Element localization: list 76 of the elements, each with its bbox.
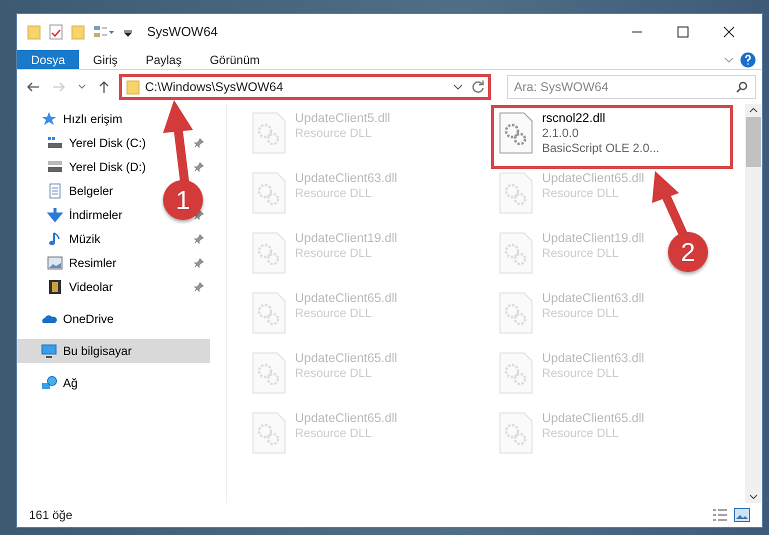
gears-file-icon [498,111,534,155]
folder-icon [126,79,140,95]
pin-icon [194,282,204,292]
dropdown-icon[interactable] [453,84,463,90]
file-name: UpdateClient65.dll [542,171,644,186]
ribbon-tab[interactable]: Görünüm [196,50,274,69]
ribbon-tab[interactable]: Dosya [17,50,80,69]
sidebar-item[interactable]: Müzik [17,227,210,251]
gears-file-icon [498,411,534,455]
monitor-icon [41,343,57,359]
window-title: SysWOW64 [147,23,218,42]
sidebar-item[interactable]: Videolar [17,275,210,299]
gears-file-icon [498,351,534,395]
pin-icon [194,258,204,268]
search-icon[interactable] [736,81,748,93]
large-icons-view-icon[interactable] [734,508,750,522]
file-name: UpdateClient65.dll [295,411,398,426]
drive-icon [47,159,63,175]
file-name: UpdateClient19.dll [295,231,398,246]
ribbon-tab[interactable]: Giriş [79,50,132,69]
search-field[interactable]: Ara: SysWOW64 [507,75,756,99]
file-name: UpdateClient63.dll [542,351,644,366]
image-icon [47,255,63,271]
file-name: UpdateClient63.dll [295,171,398,186]
details-view-icon[interactable] [712,508,728,522]
gears-file-icon [251,291,287,335]
file-name: UpdateClient65.dll [295,351,398,366]
item-count: 161 öğe [29,507,72,524]
film-icon [47,279,63,295]
expand-ribbon-icon[interactable] [724,56,734,64]
gears-file-icon [251,231,287,275]
maximize-icon [677,26,689,38]
close-icon [723,26,735,38]
pin-icon [194,210,204,220]
sidebar-item[interactable]: Yerel Disk (C:) [17,131,210,155]
file-name: UpdateClient19.dll [542,231,644,246]
drive-icon [47,135,63,151]
pin-icon [194,162,204,172]
scroll-up-icon[interactable] [749,107,758,113]
file-name: UpdateClient65.dll [295,291,398,306]
gears-file-icon [251,351,287,395]
star-icon [41,111,57,127]
file-item[interactable]: rscnol22.dll 2.1.0.0 BasicScript OLE 2.0... [494,108,730,166]
address-bar[interactable]: C:\Windows\SysWOW64 [119,74,491,100]
file-detail: 2.1.0.0 [542,126,580,141]
sidebar-item[interactable]: Resimler [17,251,210,275]
gears-file-icon [251,111,287,155]
properties-icon[interactable] [49,24,63,40]
refresh-icon[interactable] [471,80,485,94]
view-dropdown-icon[interactable] [93,25,115,39]
file-name: rscnol22.dll [542,111,606,126]
scrollbar[interactable] [745,104,762,503]
document-icon [47,183,63,199]
ribbon-tab[interactable]: Paylaş [132,50,196,69]
download-icon [47,207,63,223]
sidebar-item[interactable]: Yerel Disk (D:) [17,155,210,179]
file-name: UpdateClient65.dll [542,411,644,426]
file-name: UpdateClient63.dll [542,291,644,306]
scroll-down-icon[interactable] [749,494,758,500]
pin-icon [194,234,204,244]
network-icon [41,375,57,391]
gears-file-icon [251,411,287,455]
gears-file-icon [498,291,534,335]
sidebar-item[interactable]: Ağ [17,371,210,395]
sidebar-item[interactable]: OneDrive [17,307,210,331]
address-path: C:\Windows\SysWOW64 [145,78,284,96]
gears-file-icon [251,171,287,215]
help-icon[interactable] [740,52,756,68]
pin-icon [194,138,204,148]
gears-file-icon [498,231,534,275]
file-name: UpdateClient5.dll [295,111,390,126]
file-detail: BasicScript OLE 2.0... [542,141,660,156]
gears-file-icon [498,171,534,215]
sidebar-item[interactable]: Hızlı erişim [17,107,210,131]
sidebar-item[interactable]: Bu bilgisayar [17,339,210,363]
scroll-thumb[interactable] [746,117,761,167]
